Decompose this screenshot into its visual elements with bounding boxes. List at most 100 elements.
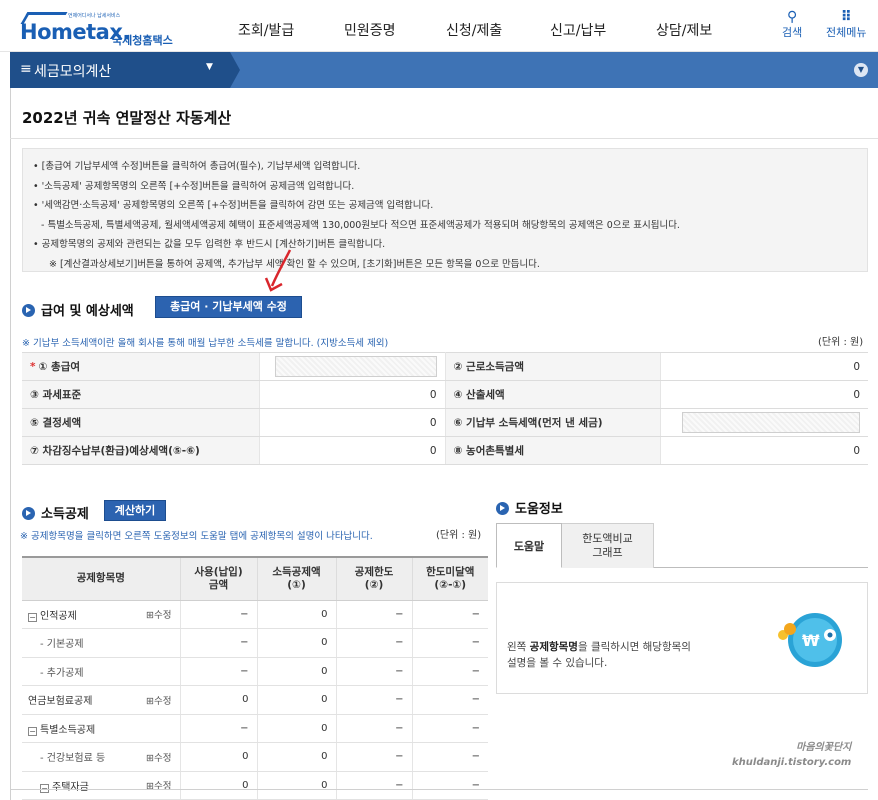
edit-button[interactable]: ⊞수정 [142, 771, 180, 800]
salary-row-label: ② 근로소득금액 [445, 352, 660, 381]
instructions-box: • [총급여 기납부세액 수정]버튼을 클릭하여 총급여(필수), 기납부세액 … [22, 148, 868, 272]
expand-circle-icon[interactable]: ▼ [854, 63, 868, 77]
gnb-item-consult[interactable]: 상담/제보 [656, 20, 712, 40]
hamburger-icon: ≡ [20, 61, 32, 77]
gnb-item-application[interactable]: 신청/제출 [446, 20, 502, 40]
table-row[interactable]: − 인적공제 ⊞수정 − 0 − − [22, 600, 488, 629]
table-cell: 0 [256, 742, 336, 772]
salary-note: ※ 기납부 소득세액이란 올해 회사를 통해 매월 납부한 소득세를 말합니다.… [22, 338, 389, 349]
salary-row-label: ④ 산출세액 [445, 380, 660, 409]
deduction-item-name[interactable]: - 추가공제 [22, 657, 142, 686]
edit-button [142, 628, 180, 658]
help-content: 왼쪽 공제항목명을 클릭하시면 해당항목의 설명을 볼 수 있습니다. ₩ [496, 582, 868, 694]
salary-row-value: 0 [659, 380, 868, 409]
salary-row-value: 0 [659, 352, 868, 381]
deduction-item-name[interactable]: −주택자금 [22, 771, 142, 800]
table-cell: − [179, 714, 257, 743]
instruction-line: • 공제항목명의 공제와 관련되는 값을 모두 입력한 후 반드시 [계산하기]… [33, 239, 386, 250]
table-row: ③ 과세표준 0 ④ 산출세액 0 [22, 380, 868, 409]
total-salary-field[interactable] [258, 352, 446, 381]
edit-button[interactable]: ⊞수정 [142, 742, 180, 772]
all-menu-button[interactable]: ⠿ 전체메뉴 [826, 10, 866, 40]
salary-row-value: 0 [258, 436, 446, 465]
deduction-item-name[interactable]: − 인적공제 [22, 600, 142, 629]
table-row[interactable]: −주택자금 ⊞수정 0 0 − − [22, 771, 488, 800]
menu-dropdown[interactable]: ≡ 세금모의계산 ▼ [10, 52, 230, 88]
salary-table: * ① 총급여 ② 근로소득금액 0 ③ 과세표준 0 ④ 산출세액 0 ⑤ 결정… [22, 352, 868, 465]
edit-salary-button[interactable]: 총급여 · 기납부세액 수정 [155, 296, 302, 318]
left-border [10, 88, 11, 800]
deduction-section-title: 소득공제 [22, 503, 89, 522]
total-salary-input[interactable] [274, 356, 437, 377]
table-row[interactable]: - 건강보험료 등 ⊞수정 0 0 − − [22, 742, 488, 772]
column-header: 공제한도 (②) [335, 556, 412, 601]
table-row: * ① 총급여 ② 근로소득금액 0 [22, 352, 868, 381]
table-row[interactable]: - 추가공제 − 0 − − [22, 657, 488, 686]
deduction-item-name[interactable]: 연금보험료공제 [22, 685, 142, 715]
table-cell: − [335, 600, 412, 629]
tab-help[interactable]: 도움말 [496, 523, 562, 568]
table-cell: 0 [179, 771, 257, 800]
salary-row-label: ⑤ 결정세액 [22, 408, 259, 437]
deduction-note: ※ 공제항목명을 클릭하면 오른쪽 도움정보의 도움말 탭에 공제항목의 설명이… [20, 531, 373, 542]
column-header: 공제항목명 [22, 556, 180, 601]
bullet-arrow-icon [22, 304, 35, 317]
table-row[interactable]: 연금보험료공제 ⊞수정 0 0 − − [22, 685, 488, 715]
table-cell: − [411, 742, 488, 772]
table-cell: 0 [256, 685, 336, 715]
salary-row-label: ⑥ 기납부 소득세액(먼저 낸 세금) [445, 408, 660, 437]
table-cell: 0 [256, 600, 336, 629]
instruction-line: • [총급여 기납부세액 수정]버튼을 클릭하여 총급여(필수), 기납부세액 … [33, 161, 361, 172]
collapse-icon[interactable]: − [28, 612, 37, 622]
edit-button [142, 714, 180, 743]
deduction-item-name[interactable]: - 건강보험료 등 [22, 742, 142, 772]
table-header-row: 공제항목명 사용(납입) 금액 소득공제액 (①) 공제한도 (②) 한도미달액 (②-… [22, 556, 488, 601]
edit-button [142, 657, 180, 686]
table-cell: 0 [256, 771, 336, 800]
deduction-table: 공제항목명 사용(납입) 금액 소득공제액 (①) 공제한도 (②) 한도미달액 (②-… [22, 556, 488, 800]
menu-dropdown-label: 세금모의계산 [34, 64, 112, 80]
unit-label: (단위 : 원) [436, 530, 482, 541]
table-row[interactable]: − 특별소득공제 − 0 − − [22, 714, 488, 743]
gnb-item-certificate[interactable]: 민원증명 [344, 20, 396, 40]
edit-button[interactable]: ⊞수정 [142, 600, 180, 629]
sub-nav-bar: ≡ 세금모의계산 ▼ ▼ [10, 52, 878, 88]
salary-row-label: ③ 과세표준 [22, 380, 259, 409]
table-row[interactable]: - 기본공제 − 0 − − [22, 628, 488, 658]
table-cell: − [335, 657, 412, 686]
table-cell: − [179, 628, 257, 658]
help-section-title: 도움정보 [496, 498, 563, 517]
gnb-item-report[interactable]: 신고/납부 [550, 20, 606, 40]
column-header: 소득공제액 (①) [256, 556, 336, 601]
salary-row-label: * ① 총급여 [22, 352, 259, 381]
table-cell: 0 [256, 714, 336, 743]
prepaid-tax-input[interactable] [682, 412, 860, 433]
required-star: * [30, 361, 36, 373]
logo-tagline: 언제어디서나 납세서비스 [68, 13, 121, 19]
prepaid-tax-field[interactable] [659, 408, 868, 437]
divider [10, 789, 868, 790]
column-header: 한도미달액 (②-①) [411, 556, 488, 601]
mascot-coin-icon: ₩ [778, 613, 842, 667]
deduction-item-name[interactable]: − 특별소득공제 [22, 714, 142, 743]
instruction-line: • '소득공제' 공제항목명의 오른쪽 [+수정]버튼을 클릭하여 공제금액 입… [33, 180, 355, 192]
gnb-item-inquiry[interactable]: 조회/발급 [238, 20, 294, 40]
table-cell: − [411, 628, 488, 658]
table-cell: 0 [256, 628, 336, 658]
deduction-item-name[interactable]: - 기본공제 [22, 628, 142, 658]
table-cell: − [335, 628, 412, 658]
tab-limit-graph[interactable]: 한도액비교 그래프 [562, 523, 654, 568]
edit-button[interactable]: ⊞수정 [142, 685, 180, 715]
collapse-icon[interactable]: − [28, 726, 37, 736]
tab-label: 그래프 [592, 546, 623, 559]
grid-icon: ⠿ [840, 9, 852, 25]
search-button[interactable]: ⚲ 검색 [782, 10, 802, 40]
search-label: 검색 [782, 26, 803, 39]
salary-row-value: 0 [258, 408, 446, 437]
instruction-line: ※ [계산결과상세보기]버튼을 통하여 공제액, 추가납부 세액 확인 할 수 … [49, 258, 540, 270]
instruction-line: - 특별소득공제, 특별세액공제, 월세액세액공제 혜택이 표준세액공제액 13… [41, 219, 680, 231]
table-cell: − [179, 600, 257, 629]
blog-watermark: 마음의꽃단지 khuldanji.tistory.com [732, 742, 852, 768]
hometax-logo[interactable]: 언제어디서나 납세서비스 Hometax. 국세청홈택스 [20, 10, 190, 47]
calculate-button[interactable]: 계산하기 [104, 500, 166, 521]
